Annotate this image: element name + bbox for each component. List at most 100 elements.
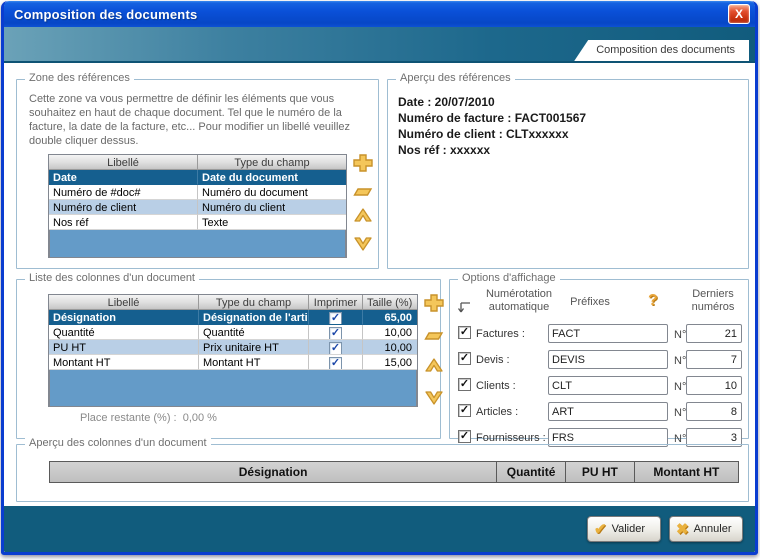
cell-libelle: Date — [49, 170, 198, 185]
dialog-content: Zone des références Cette zone va vous p… — [4, 63, 755, 506]
cell-libelle: Nos réf — [49, 215, 198, 230]
cell-taille: 10,00 — [363, 340, 417, 355]
prefixes-header: Préfixes — [570, 296, 610, 308]
clients-number-input[interactable] — [686, 376, 742, 395]
cell-libelle: Montant HT — [49, 355, 199, 370]
cell-libelle: Quantité — [49, 325, 199, 340]
devis-number-input[interactable] — [686, 350, 742, 369]
col-header-libelle[interactable]: Libellé — [49, 155, 198, 170]
articles-prefix-input[interactable] — [548, 402, 668, 421]
group-options-affichage: Options d'affichage Numérotation automat… — [449, 272, 749, 447]
group-title: Aperçu des colonnes d'un document — [25, 437, 211, 449]
cell-type: Numéro du client — [198, 200, 346, 215]
devis-label: Devis : — [476, 354, 510, 366]
table-empty-area[interactable] — [49, 370, 417, 407]
factures-checkbox[interactable]: ✓ — [458, 326, 471, 339]
footer-bar: ✔ Valider ✖ Annuler — [4, 506, 755, 552]
devis-prefix-input[interactable] — [548, 350, 668, 369]
group-apercu-references: Aperçu des références Date : 20/07/2010 … — [387, 72, 749, 269]
references-description: Cette zone va vous permettre de définir … — [29, 93, 351, 147]
table-row[interactable]: Désignation Désignation de l'article ✓ 6… — [49, 310, 417, 325]
cell-type: Prix unitaire HT — [199, 340, 309, 355]
table-row[interactable]: Nos réf Texte — [49, 215, 346, 230]
factures-number-input[interactable] — [686, 324, 742, 343]
cell-type: Texte — [198, 215, 346, 230]
table-row[interactable]: Numéro de client Numéro du client — [49, 200, 346, 215]
option-row-articles: ✓ Articles : N° : — [450, 400, 748, 426]
articles-label: Articles : — [476, 406, 519, 418]
preview-col-montantht: Montant HT — [634, 462, 738, 482]
remaining-space-text: Place restante (%) : 0,00 % — [80, 412, 217, 424]
cell-taille: 15,00 — [363, 355, 417, 370]
cell-taille: 65,00 — [363, 310, 417, 325]
tab-composition-des-documents[interactable]: Composition des documents — [574, 40, 749, 61]
add-icon[interactable] — [424, 294, 444, 312]
group-title: Aperçu des références — [396, 72, 515, 84]
col-header-type[interactable]: Type du champ — [198, 155, 346, 170]
cell-libelle: PU HT — [49, 340, 199, 355]
preview-line-facture: Numéro de facture : FACT001567 — [398, 111, 587, 125]
columns-table-header: Libellé Type du champ Imprimer Taille (%… — [49, 295, 417, 310]
annuler-button[interactable]: ✖ Annuler — [669, 516, 743, 542]
table-empty-area[interactable] — [49, 230, 346, 258]
numbering-arrow-icon — [458, 302, 471, 313]
preview-col-quantite: Quantité — [497, 462, 566, 482]
move-down-icon[interactable] — [353, 234, 373, 252]
remove-icon[interactable] — [424, 325, 444, 343]
table-row[interactable]: Quantité Quantité ✓ 10,00 — [49, 325, 417, 340]
factures-prefix-input[interactable] — [548, 324, 668, 343]
table-row[interactable]: Montant HT Montant HT ✓ 15,00 — [49, 355, 417, 370]
add-icon[interactable] — [353, 154, 373, 172]
group-apercu-colonnes: Aperçu des colonnes d'un document Désign… — [16, 437, 749, 502]
col-header-libelle[interactable]: Libellé — [49, 295, 199, 310]
title-bar[interactable]: Composition des documents X — [4, 1, 755, 27]
help-icon[interactable]: ? — [648, 292, 658, 310]
col-header-type[interactable]: Type du champ — [199, 295, 309, 310]
move-up-icon[interactable] — [353, 207, 373, 225]
cell-taille: 10,00 — [363, 325, 417, 340]
articles-number-input[interactable] — [686, 402, 742, 421]
references-table-header: Libellé Type du champ — [49, 155, 346, 170]
group-title: Liste des colonnes d'un document — [25, 272, 199, 284]
references-table: Libellé Type du champ Date Date du docum… — [48, 154, 347, 258]
valider-button[interactable]: ✔ Valider — [587, 516, 661, 542]
imprimer-checkbox[interactable]: ✓ — [329, 327, 342, 339]
option-row-devis: ✓ Devis : N° : — [450, 348, 748, 374]
dialog-window: Composition des documents X Composition … — [1, 1, 758, 555]
clients-checkbox[interactable]: ✓ — [458, 378, 471, 391]
clients-prefix-input[interactable] — [548, 376, 668, 395]
window-title: Composition des documents — [14, 6, 198, 22]
fournisseurs-checkbox[interactable]: ✓ — [458, 430, 471, 443]
columns-table: Libellé Type du champ Imprimer Taille (%… — [48, 294, 418, 407]
table-row[interactable]: Numéro de #doc# Numéro du document — [49, 185, 346, 200]
remove-icon[interactable] — [353, 181, 373, 199]
cell-type: Désignation de l'article — [199, 310, 309, 325]
table-row[interactable]: PU HT Prix unitaire HT ✓ 10,00 — [49, 340, 417, 355]
imprimer-checkbox[interactable]: ✓ — [329, 312, 342, 324]
factures-label: Factures : — [476, 328, 525, 340]
table-row[interactable]: Date Date du document — [49, 170, 346, 185]
cell-type: Montant HT — [199, 355, 309, 370]
preview-line-client: Numéro de client : CLTxxxxxx — [398, 127, 569, 141]
preview-col-puht: PU HT — [565, 462, 635, 482]
group-title: Options d'affichage — [458, 272, 560, 284]
header-banner: Composition des documents — [4, 27, 755, 63]
valider-label: Valider — [611, 523, 646, 535]
preview-col-designation: Désignation — [50, 462, 498, 482]
col-header-taille[interactable]: Taille (%) — [363, 295, 417, 310]
option-row-clients: ✓ Clients : N° : — [450, 374, 748, 400]
check-icon: ✔ — [594, 521, 607, 538]
articles-checkbox[interactable]: ✓ — [458, 404, 471, 417]
close-icon[interactable]: X — [728, 4, 750, 24]
move-down-icon[interactable] — [424, 388, 444, 406]
devis-checkbox[interactable]: ✓ — [458, 352, 471, 365]
col-header-imprimer[interactable]: Imprimer — [309, 295, 363, 310]
preview-line-date: Date : 20/07/2010 — [398, 95, 495, 109]
cell-libelle: Numéro de client — [49, 200, 198, 215]
move-up-icon[interactable] — [424, 357, 444, 375]
imprimer-checkbox[interactable]: ✓ — [329, 342, 342, 354]
group-zone-references: Zone des références Cette zone va vous p… — [16, 72, 379, 269]
clients-label: Clients : — [476, 380, 516, 392]
imprimer-checkbox[interactable]: ✓ — [329, 357, 342, 369]
preview-line-nosref: Nos réf : xxxxxx — [398, 143, 491, 157]
